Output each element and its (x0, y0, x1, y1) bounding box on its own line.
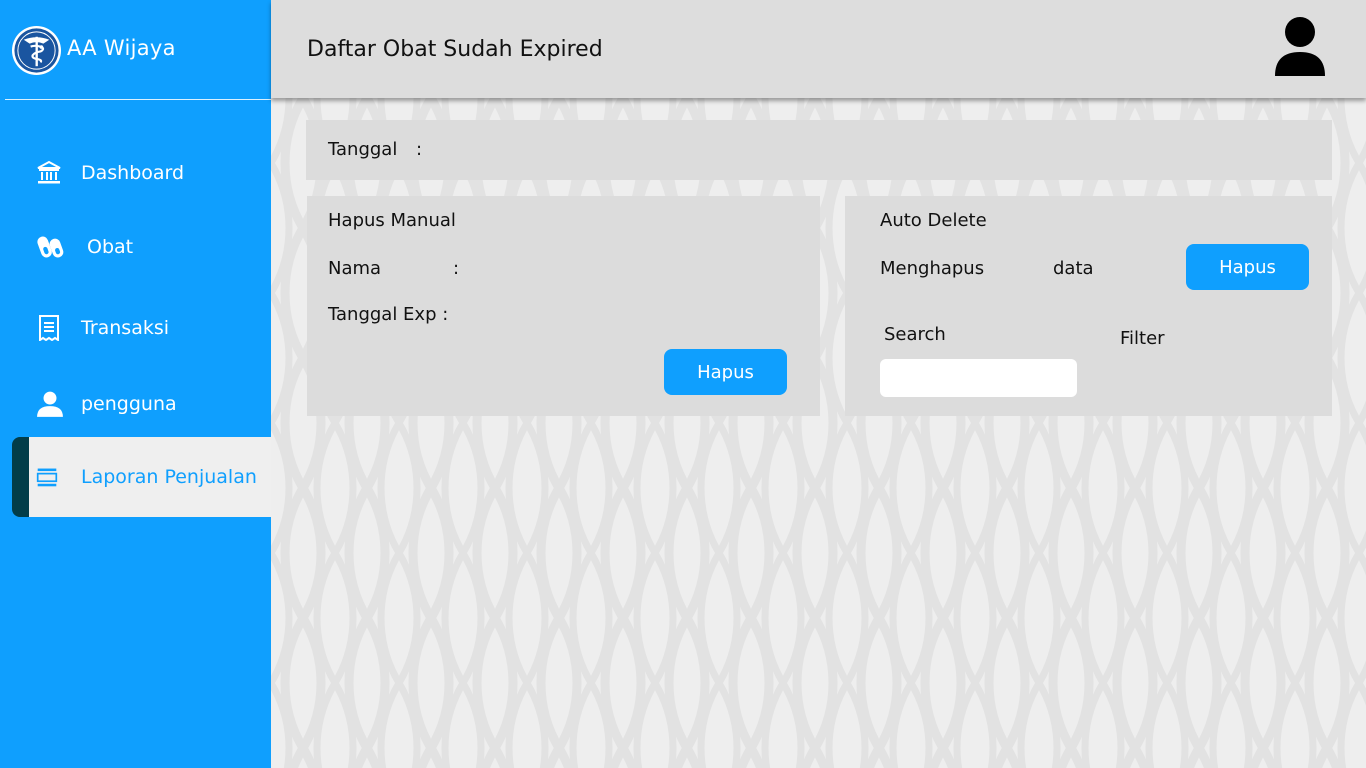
sidebar-item-label: Obat (87, 236, 134, 258)
sidebar-item-dashboard[interactable]: Dashboard (12, 143, 271, 203)
top-header: Daftar Obat Sudah Expired (271, 0, 1366, 98)
user-avatar-icon[interactable] (1273, 14, 1327, 80)
sidebar-item-label: Dashboard (81, 162, 185, 184)
sidebar-item-label: pengguna (81, 393, 177, 415)
sidebar-item-obat[interactable]: Obat (12, 217, 271, 277)
search-input[interactable] (880, 359, 1077, 397)
name-label: Nama (328, 258, 382, 279)
exp-date-label: Tanggal Exp : (328, 304, 449, 325)
filter-label[interactable]: Filter (1120, 328, 1165, 349)
sidebar-item-label: Transaksi (81, 317, 170, 339)
sidebar-item-laporan-penjualan[interactable]: Laporan Penjualan (12, 437, 271, 517)
sidebar-item-label: Laporan Penjualan (81, 466, 257, 488)
main-content: Tanggal : Hapus Manual Nama : Tanggal Ex… (271, 98, 1366, 768)
sidebar: AA Wijaya Dashboard Obat Transaksi pengg… (0, 0, 281, 768)
date-label: Tanggal (328, 139, 398, 160)
sidebar-item-transaksi[interactable]: Transaksi (12, 298, 271, 358)
manual-delete-button[interactable]: Hapus (664, 349, 787, 395)
brand: AA Wijaya (0, 0, 271, 100)
delete-count-label: Menghapus (880, 258, 985, 279)
data-label: data (1053, 258, 1094, 279)
page-title: Daftar Obat Sudah Expired (307, 37, 603, 62)
auto-delete-card: Auto Delete Menghapus data Hapus Search … (845, 196, 1332, 416)
pills-icon (37, 236, 64, 258)
bank-icon (37, 160, 61, 184)
search-label: Search (884, 324, 946, 345)
date-colon: : (416, 139, 423, 160)
auto-delete-title: Auto Delete (880, 210, 987, 231)
sidebar-item-pengguna[interactable]: pengguna (12, 374, 271, 434)
caduceus-logo-icon (11, 25, 62, 76)
user-icon (37, 391, 63, 417)
name-colon: : (453, 258, 460, 279)
report-icon (36, 468, 58, 487)
receipt-icon (39, 315, 59, 341)
sidebar-divider (5, 99, 281, 100)
auto-delete-button[interactable]: Hapus (1186, 244, 1309, 290)
manual-delete-title: Hapus Manual (328, 210, 456, 231)
manual-delete-card: Hapus Manual Nama : Tanggal Exp : Hapus (307, 196, 820, 416)
date-bar: Tanggal : (306, 120, 1332, 180)
brand-name: AA Wijaya (67, 36, 176, 60)
